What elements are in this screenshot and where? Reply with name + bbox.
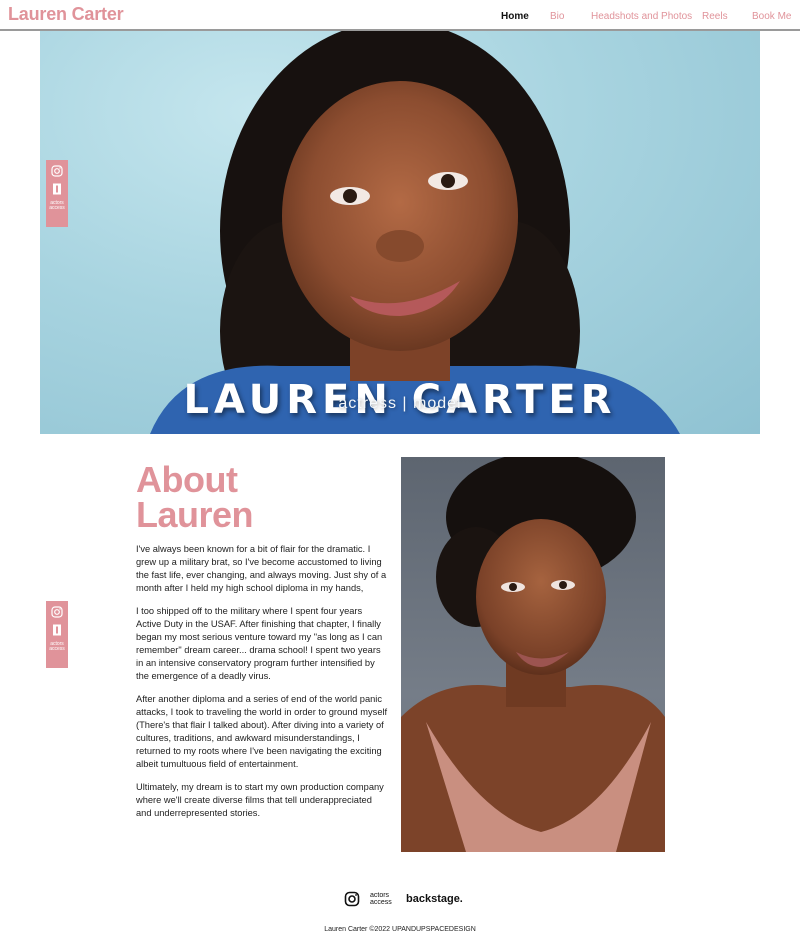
main-nav: Home Bio Headshots and Photos Reels Book… bbox=[0, 11, 800, 25]
instagram-icon[interactable] bbox=[51, 606, 63, 618]
about-heading: About Lauren bbox=[136, 459, 254, 535]
portrait-image bbox=[401, 457, 665, 852]
bio-paragraph: Ultimately, my dream is to start my own … bbox=[136, 782, 384, 818]
actors-access-icon[interactable]: actors access bbox=[46, 201, 68, 211]
instagram-icon[interactable] bbox=[344, 891, 360, 907]
imdb-icon[interactable] bbox=[51, 183, 63, 195]
site-header: Lauren Carter Home Bio Headshots and Pho… bbox=[0, 0, 800, 31]
nav-home[interactable]: Home bbox=[501, 11, 529, 22]
bio-paragraph: I've always been known for a bit of flai… bbox=[136, 544, 387, 593]
nav-reels[interactable]: Reels bbox=[702, 11, 728, 22]
actors-access-icon[interactable]: actors access bbox=[46, 642, 68, 652]
footer-social: actors access backstage. bbox=[344, 890, 484, 910]
social-sidebar-top: actors access bbox=[46, 160, 68, 227]
portrait-photo bbox=[401, 457, 665, 852]
bio-paragraph: After another diploma and a series of en… bbox=[136, 694, 388, 769]
actors-access-icon[interactable]: actors access bbox=[370, 892, 398, 906]
backstage-icon[interactable]: backstage. bbox=[406, 893, 463, 905]
nav-headshots[interactable]: Headshots and Photos bbox=[591, 11, 692, 22]
nav-book-me[interactable]: Book Me bbox=[752, 11, 791, 22]
about-heading-line1: About bbox=[136, 459, 238, 500]
footer-copyright: Lauren Carter ©2022 UPANDUPSPACEDESIGN bbox=[324, 926, 476, 933]
hero-banner: LAUREN CARTER actress | model bbox=[40, 31, 760, 434]
bio-paragraph: I too shipped off to the military where … bbox=[136, 606, 383, 681]
hero-photo bbox=[150, 31, 680, 434]
bio-text: I've always been known for a bit of flai… bbox=[136, 543, 388, 830]
instagram-icon[interactable] bbox=[51, 165, 63, 177]
social-sidebar-bottom: actors access bbox=[46, 601, 68, 668]
about-heading-line2: Lauren bbox=[136, 494, 254, 535]
nav-bio[interactable]: Bio bbox=[550, 11, 564, 22]
hero-subtitle: actress | model bbox=[338, 395, 462, 412]
imdb-icon[interactable] bbox=[51, 624, 63, 636]
